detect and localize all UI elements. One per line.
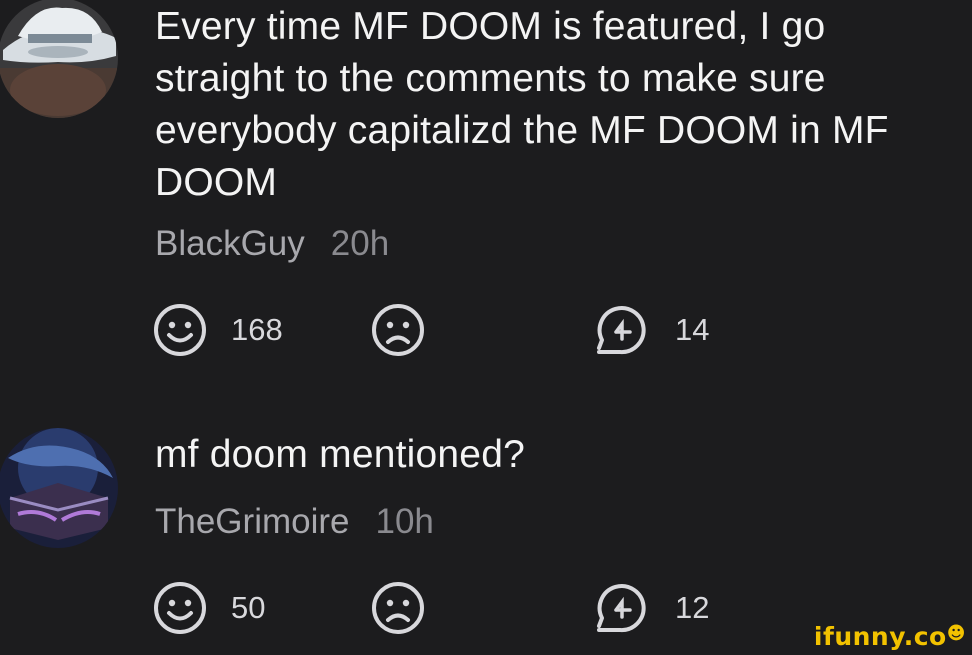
cowboy-hat-avatar-icon bbox=[0, 0, 118, 118]
reply-button[interactable]: 14 bbox=[592, 300, 709, 360]
like-count: 50 bbox=[231, 590, 266, 625]
username[interactable]: TheGrimoire bbox=[155, 502, 349, 541]
watermark-text: ifunny.co bbox=[813, 622, 947, 651]
like-count: 168 bbox=[231, 312, 283, 347]
smile-face-icon bbox=[154, 304, 206, 356]
comment-text: Every time MF DOOM is featured, I go str… bbox=[155, 5, 889, 204]
sad-face-icon bbox=[372, 582, 424, 634]
reply-count: 14 bbox=[675, 312, 710, 347]
reply-button[interactable]: 12 bbox=[592, 578, 709, 638]
smile-logo-icon: ☻ bbox=[946, 623, 966, 644]
username[interactable]: BlackGuy bbox=[155, 224, 305, 263]
timestamp: 10h bbox=[375, 502, 434, 541]
comment-actions: 50 12 bbox=[150, 578, 850, 638]
comment-meta: BlackGuy 20h bbox=[155, 224, 389, 264]
reply-arrow-icon bbox=[597, 584, 646, 633]
like-button[interactable]: 168 bbox=[152, 300, 283, 360]
comment-actions: 168 14 bbox=[150, 300, 850, 360]
timestamp: 20h bbox=[330, 224, 390, 263]
avatar[interactable] bbox=[0, 0, 118, 118]
ifunny-watermark-logo: ifunny.co☻ bbox=[814, 622, 966, 651]
comment-text: mf doom mentioned? bbox=[155, 433, 525, 476]
like-button[interactable]: 50 bbox=[152, 578, 265, 638]
dislike-button[interactable] bbox=[370, 300, 426, 360]
smile-face-icon bbox=[154, 582, 206, 634]
dislike-button[interactable] bbox=[370, 578, 426, 638]
sad-face-icon bbox=[372, 304, 424, 356]
reply-arrow-icon bbox=[597, 306, 646, 355]
reply-count: 12 bbox=[675, 590, 710, 625]
grimoire-book-avatar-icon bbox=[0, 428, 118, 548]
comment-meta: TheGrimoire 10h bbox=[155, 502, 434, 542]
avatar[interactable] bbox=[0, 428, 118, 548]
